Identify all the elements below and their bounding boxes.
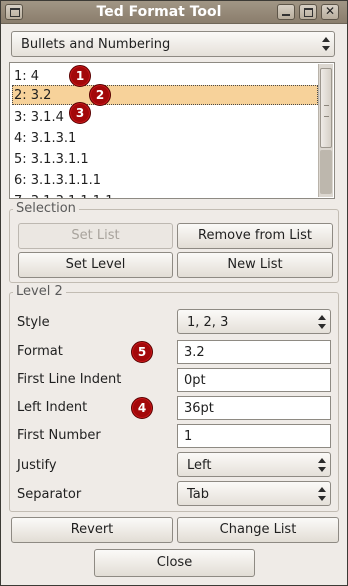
close-icon: ✕ [324, 4, 336, 18]
list-item[interactable]: 6: 3.1.3.1.1.1 [12, 170, 318, 190]
title-bar[interactable]: Ted Format Tool ✕ [1, 1, 347, 24]
format-tool-window: Ted Format Tool ✕ Bullets and Numbering … [0, 0, 348, 586]
callout-badge-3: 3 [69, 102, 91, 124]
close-window-button[interactable]: ✕ [321, 4, 339, 20]
level-frame-label: Level 2 [13, 284, 66, 299]
window-title: Ted Format Tool [96, 4, 222, 20]
format-field[interactable]: 3.2 [177, 340, 331, 364]
set-level-button[interactable]: Set Level [18, 252, 173, 278]
tool-page-value: Bullets and Numbering [21, 37, 171, 52]
scrollbar-trough[interactable] [320, 150, 332, 194]
callout-badge-5: 5 [131, 341, 153, 363]
justify-value: Left [187, 458, 212, 473]
callout-badge-4: 4 [131, 397, 153, 419]
style-combo[interactable]: 1, 2, 3 [177, 309, 331, 334]
callout-badge-2: 2 [89, 84, 111, 106]
new-list-button[interactable]: New List [177, 252, 333, 278]
combo-arrows-icon [321, 37, 330, 51]
first-line-indent-label: First Line Indent [17, 372, 122, 387]
list-scrollbar[interactable] [318, 64, 333, 197]
list-item[interactable]: 3: 3.1.4 [12, 107, 318, 127]
justify-combo[interactable]: Left [177, 452, 331, 477]
first-line-indent-field[interactable]: 0pt [177, 368, 331, 392]
list-levels-listbox[interactable]: 1: 4 2: 3.2 3: 3.1.4 4: 3.1.3.1 5: 3.1.3… [9, 62, 335, 199]
left-indent-label: Left Indent [17, 400, 88, 415]
first-number-label: First Number [17, 428, 101, 443]
list-item[interactable]: 5: 3.1.3.1.1 [12, 149, 318, 169]
set-list-button[interactable]: Set List [18, 223, 173, 249]
revert-button[interactable]: Revert [11, 517, 173, 543]
justify-label: Justify [17, 458, 57, 473]
maximize-button[interactable] [299, 4, 317, 20]
combo-arrows-icon [317, 486, 326, 501]
callout-badge-1: 1 [69, 65, 91, 87]
list-item[interactable]: 4: 3.1.3.1 [12, 128, 318, 148]
first-number-field[interactable]: 1 [177, 424, 331, 448]
scrollbar-thumb[interactable] [320, 68, 332, 148]
combo-arrows-icon [317, 457, 326, 472]
style-value: 1, 2, 3 [187, 315, 229, 330]
separator-combo[interactable]: Tab [177, 481, 331, 506]
minimize-button[interactable] [277, 4, 295, 20]
list-item[interactable]: 1: 4 [12, 66, 318, 86]
separator-label: Separator [17, 487, 82, 502]
close-button[interactable]: Close [94, 549, 255, 577]
window-menu-icon[interactable] [5, 4, 23, 20]
list-item-selected[interactable]: 2: 3.2 [12, 85, 318, 105]
separator-value: Tab [187, 487, 210, 502]
tool-page-combo[interactable]: Bullets and Numbering [11, 31, 335, 57]
remove-from-list-button[interactable]: Remove from List [177, 223, 333, 249]
selection-frame-label: Selection [13, 201, 79, 216]
combo-arrows-icon [317, 314, 326, 329]
format-label: Format [17, 344, 63, 359]
style-label: Style [17, 315, 50, 330]
change-list-button[interactable]: Change List [177, 517, 339, 543]
left-indent-field[interactable]: 36pt [177, 396, 331, 420]
list-item[interactable]: 7: 3.1.3.1.1.1.1 [12, 191, 318, 198]
